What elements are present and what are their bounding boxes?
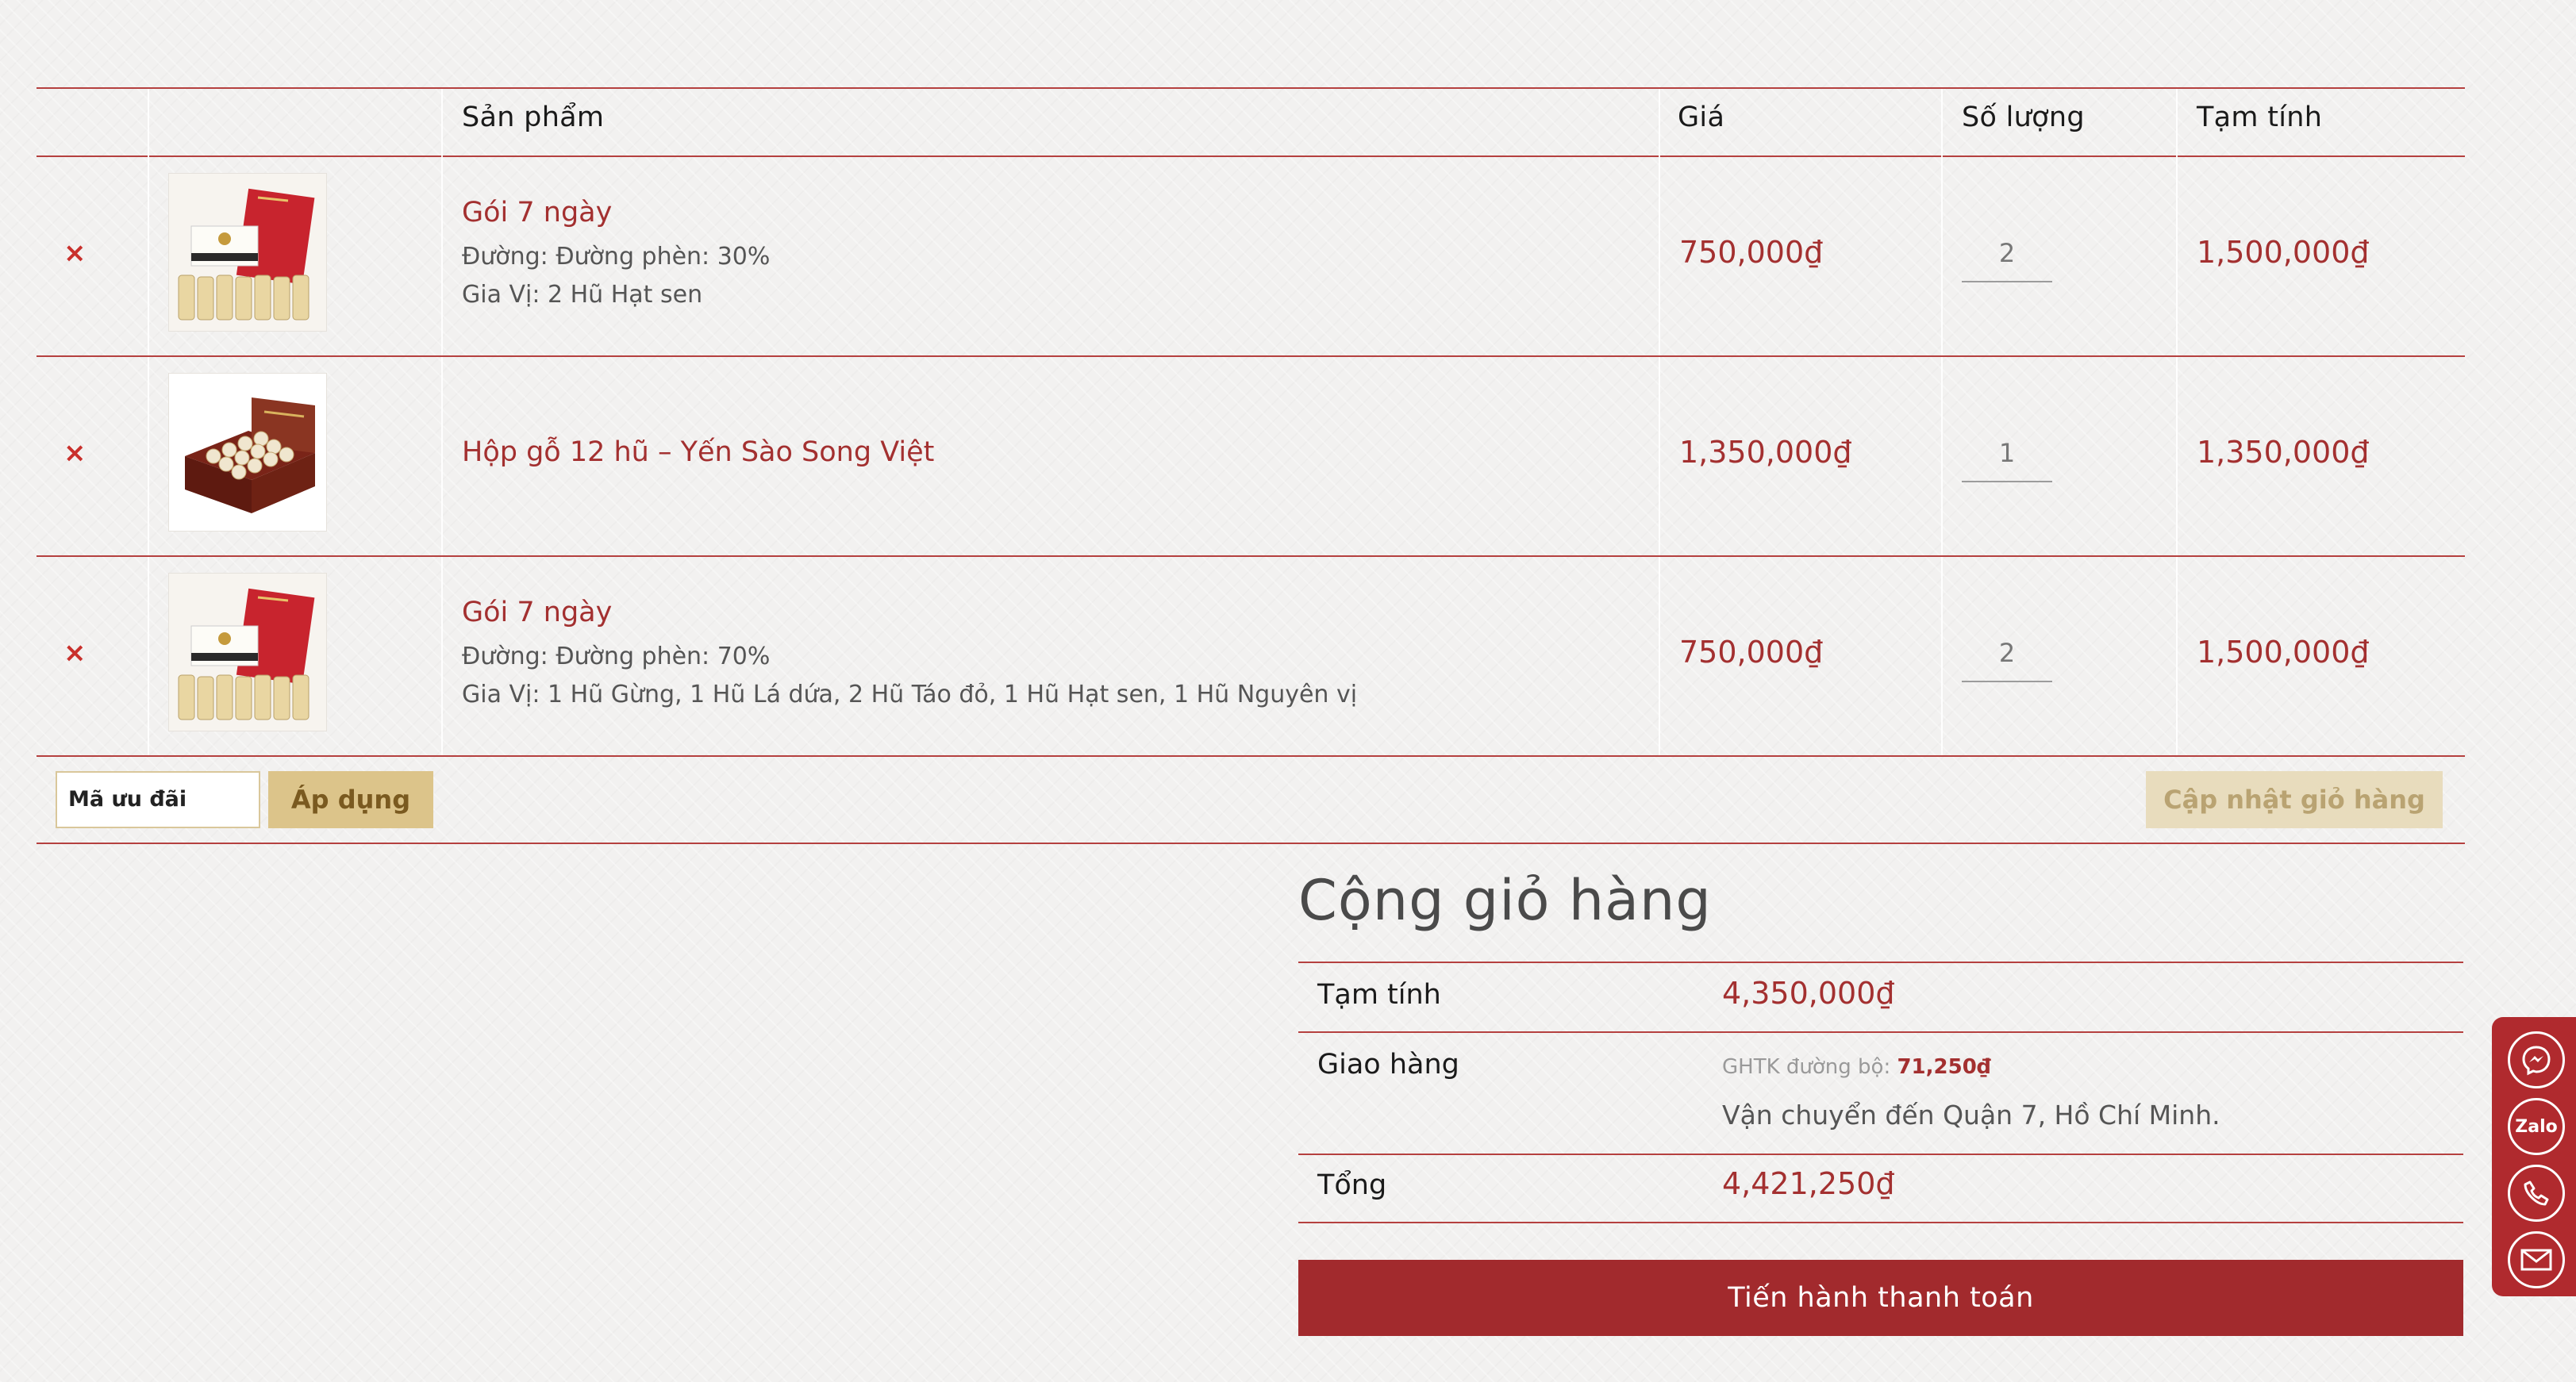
totals-shipping-label: Giao hàng: [1317, 1049, 1459, 1081]
unit-price: 750,000₫: [1679, 235, 1824, 270]
totals-total-value: 4,421,250₫: [1722, 1166, 1895, 1201]
contact-bar: Zalo: [2492, 1017, 2576, 1296]
zalo-icon: Zalo: [2515, 1116, 2558, 1137]
shipping-method: GHTK đường bộ: 71,250₫: [1722, 1055, 1991, 1079]
unit-price: 750,000₫: [1679, 635, 1824, 670]
phone-button[interactable]: [2508, 1165, 2565, 1222]
product-variation-spice: Gia Vị: 2 Hũ Hạt sen: [462, 281, 703, 309]
totals-line: [1298, 1154, 2463, 1155]
product-thumbnail[interactable]: [168, 373, 327, 532]
table-top-line: [37, 87, 2465, 89]
product-variation-sugar: Đường: Đường phèn: 30%: [462, 243, 771, 271]
wooden-box-image: [169, 374, 326, 531]
table-row: × Gói 7 ngày Đường: Đường phèn: 30% Gia …: [37, 157, 2465, 355]
shipping-method-name: GHTK đường bộ:: [1722, 1055, 1891, 1079]
gift-box-image: [169, 574, 326, 731]
header-price: Giá: [1678, 102, 1725, 133]
shipping-destination: Vận chuyển đến Quận 7, Hồ Chí Minh.: [1722, 1100, 2220, 1131]
totals-line: [1298, 1031, 2463, 1033]
update-cart-button[interactable]: Cập nhật giỏ hàng: [2146, 771, 2443, 828]
remove-item-button[interactable]: ×: [63, 440, 87, 466]
product-link[interactable]: Hộp gỗ 12 hũ – Yến Sào Song Việt: [462, 436, 934, 468]
quantity-input[interactable]: 2: [1962, 627, 2052, 682]
gift-box-image: [169, 174, 326, 331]
product-variation-spice: Gia Vị: 1 Hũ Gừng, 1 Hũ Lá dứa, 2 Hũ Táo…: [462, 681, 1358, 708]
product-link[interactable]: Gói 7 ngày: [462, 597, 612, 628]
header-quantity: Số lượng: [1962, 102, 2085, 133]
product-thumbnail[interactable]: [168, 573, 327, 731]
totals-total-label: Tổng: [1317, 1169, 1387, 1201]
remove-item-button[interactable]: ×: [63, 240, 87, 267]
cart-totals-title: Cộng giỏ hàng: [1298, 868, 1712, 933]
messenger-button[interactable]: [2508, 1031, 2565, 1088]
proceed-to-checkout-button[interactable]: Tiến hành thanh toán: [1298, 1260, 2463, 1336]
row-subtotal: 1,500,000₫: [2197, 635, 2370, 670]
quantity-input[interactable]: 2: [1962, 227, 2052, 282]
email-button[interactable]: [2508, 1231, 2565, 1288]
header-product: Sản phẩm: [462, 102, 605, 133]
totals-line: [1298, 962, 2463, 963]
actions-bottom-line: [37, 843, 2465, 844]
product-variation-sugar: Đường: Đường phèn: 70%: [462, 643, 771, 670]
unit-price: 1,350,000₫: [1679, 435, 1852, 470]
totals-subtotal-label: Tạm tính: [1317, 979, 1441, 1011]
row-subtotal: 1,500,000₫: [2197, 235, 2370, 270]
product-thumbnail[interactable]: [168, 173, 327, 332]
zalo-button[interactable]: Zalo: [2508, 1098, 2565, 1155]
table-row: × Gói 7 ngày Đường: Đường phèn: 70% Gia …: [37, 557, 2465, 755]
product-link[interactable]: Gói 7 ngày: [462, 197, 612, 228]
row-subtotal: 1,350,000₫: [2197, 435, 2370, 470]
quantity-input[interactable]: 1: [1962, 427, 2052, 482]
table-row: × Hộp gỗ 12 hũ – Yến Sào Song Việt 1,350…: [37, 357, 2465, 555]
totals-subtotal-value: 4,350,000₫: [1722, 976, 1895, 1011]
header-subtotal: Tạm tính: [2197, 102, 2323, 133]
messenger-icon: [2522, 1046, 2551, 1076]
totals-line: [1298, 1222, 2463, 1223]
mail-icon: [2520, 1249, 2552, 1271]
remove-item-button[interactable]: ×: [63, 639, 87, 666]
apply-coupon-button[interactable]: Áp dụng: [268, 771, 433, 828]
shipping-cost: 71,250₫: [1897, 1055, 1991, 1079]
row-separator: [37, 755, 2465, 757]
phone-icon: [2524, 1180, 2549, 1206]
coupon-input[interactable]: Mã ưu đãi: [56, 771, 260, 828]
